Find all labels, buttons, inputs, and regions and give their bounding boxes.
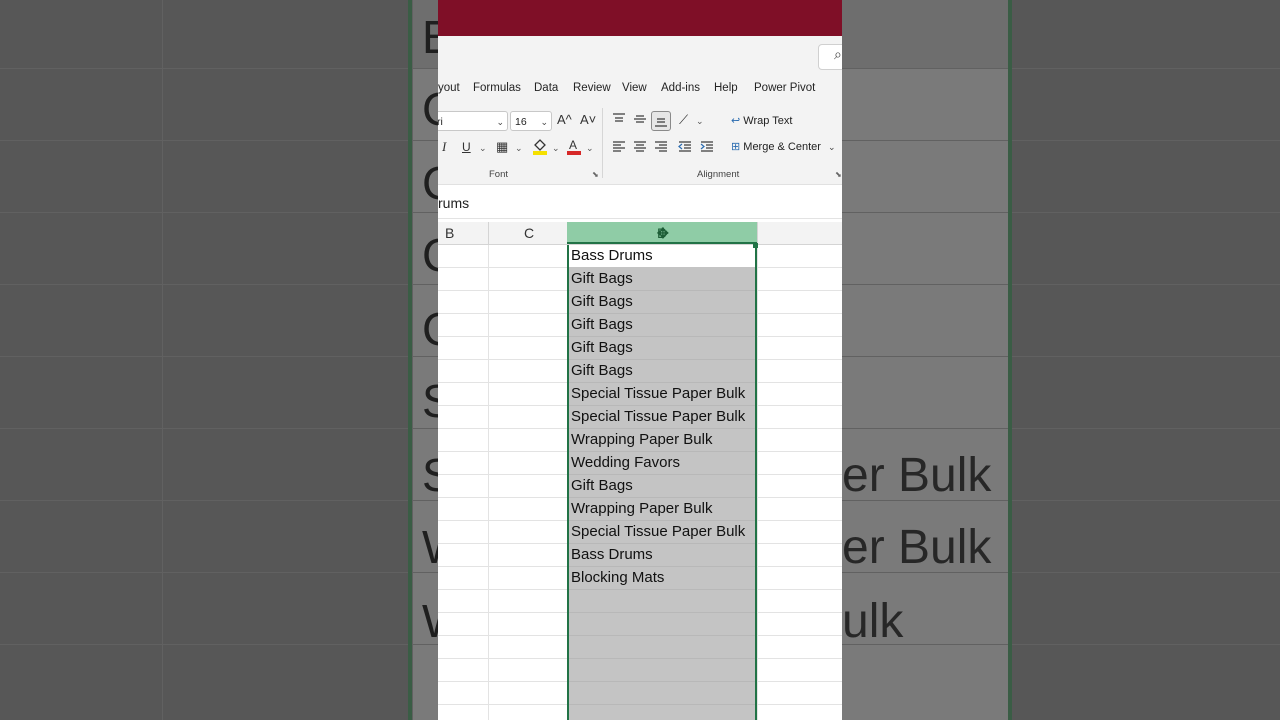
column-divider xyxy=(757,222,758,244)
column-header-d[interactable]: D ✥ xyxy=(567,222,757,244)
font-size-select[interactable]: 16 ⌄ xyxy=(510,111,552,131)
group-separator xyxy=(602,108,603,178)
ribbon: ri ⌄ 16 ⌄ A^ A˅ I U ⌄ ▦ ⌄ ⌄ A ⌄ Font ⬊ ⟋… xyxy=(438,102,842,185)
tab-formulas[interactable]: Formulas xyxy=(473,82,521,94)
cell-d[interactable]: Special Tissue Paper Bulk xyxy=(571,383,745,405)
background-vline xyxy=(162,0,163,720)
move-cursor-icon: ✥ xyxy=(657,225,669,241)
align-center-icon[interactable] xyxy=(633,139,647,157)
cell-d[interactable]: Gift Bags xyxy=(571,291,633,313)
cell-d[interactable]: Bass Drums xyxy=(571,544,653,566)
decrease-indent-icon[interactable] xyxy=(678,139,692,157)
cell-d[interactable]: Gift Bags xyxy=(571,268,633,290)
wrap-text-icon: ↩ xyxy=(731,115,741,127)
chevron-down-icon[interactable]: ⌄ xyxy=(515,143,523,154)
wrap-text-button[interactable]: ↩ Wrap Text xyxy=(731,114,792,127)
formula-bar[interactable]: rums xyxy=(438,190,842,219)
cell-d[interactable]: Gift Bags xyxy=(571,314,633,336)
selection-gridline xyxy=(569,589,755,590)
cell-d[interactable]: Blocking Mats xyxy=(571,567,664,589)
increase-indent-icon[interactable] xyxy=(700,139,714,157)
chevron-down-icon[interactable]: ⌄ xyxy=(696,116,704,127)
background-text: ulk xyxy=(842,595,904,648)
cell-d[interactable]: Wedding Favors xyxy=(571,452,680,474)
align-middle-icon[interactable] xyxy=(633,112,647,130)
chevron-down-icon[interactable]: ⌄ xyxy=(479,143,487,154)
formula-bar-content: rums xyxy=(438,195,470,211)
selection-gridline xyxy=(569,612,755,613)
font-group-label: Font xyxy=(489,169,509,180)
cell-d[interactable]: Gift Bags xyxy=(571,360,633,382)
shrink-font-icon[interactable]: A˅ xyxy=(580,112,596,128)
merge-center-icon: ⊞ xyxy=(731,141,741,153)
align-left-icon[interactable] xyxy=(612,139,626,157)
font-color-icon[interactable]: A xyxy=(566,137,582,159)
align-right-icon[interactable] xyxy=(654,139,668,157)
tab-power-pivot[interactable]: Power Pivot xyxy=(754,82,815,94)
borders-icon[interactable]: ▦ xyxy=(496,139,508,155)
dialog-launcher-icon[interactable]: ⬊ xyxy=(592,170,599,179)
cell-d[interactable]: Wrapping Paper Bulk xyxy=(571,429,712,451)
cell-d[interactable]: Wrapping Paper Bulk xyxy=(571,498,712,520)
grid-vline xyxy=(757,245,758,720)
background-selection-border xyxy=(1008,0,1012,720)
tab-view[interactable]: View xyxy=(622,82,647,94)
chevron-down-icon[interactable]: ⌄ xyxy=(828,142,836,152)
fill-color-icon[interactable] xyxy=(532,137,548,159)
cell-d[interactable]: Special Tissue Paper Bulk xyxy=(571,521,745,543)
dialog-launcher-icon[interactable]: ⬊ xyxy=(835,170,842,179)
fill-handle[interactable] xyxy=(753,243,758,248)
selection-gridline xyxy=(569,658,755,659)
font-name-value: ri xyxy=(438,116,443,128)
merge-center-label: Merge & Center xyxy=(743,141,821,153)
cell-d[interactable]: Gift Bags xyxy=(571,475,633,497)
tab-review[interactable]: Review xyxy=(573,82,611,94)
search-row: ⌕ xyxy=(438,36,842,76)
align-top-icon[interactable] xyxy=(612,112,626,130)
selection-gridline xyxy=(569,704,755,705)
tab-add-ins[interactable]: Add-ins xyxy=(661,82,700,94)
column-header-b[interactable]: B xyxy=(445,225,454,241)
cell-d[interactable]: Special Tissue Paper Bulk xyxy=(571,406,745,428)
background-selection-border xyxy=(408,0,412,720)
font-size-value: 16 xyxy=(515,116,527,128)
tab-page-layout[interactable]: yout xyxy=(438,82,460,94)
grow-font-icon[interactable]: A^ xyxy=(557,112,572,128)
selection-gridline xyxy=(569,635,755,636)
tab-data[interactable]: Data xyxy=(534,82,558,94)
spreadsheet-grid: Bass Drums Gift Bags Gift Bags Gift Bags… xyxy=(438,243,842,720)
chevron-down-icon: ⌄ xyxy=(540,117,548,127)
underline-button[interactable]: U xyxy=(462,139,471,155)
merge-center-button[interactable]: ⊞ Merge & Center ⌄ xyxy=(731,140,836,153)
background-vline xyxy=(412,0,413,720)
chevron-down-icon: ⌄ xyxy=(496,117,504,127)
cell-d[interactable]: Gift Bags xyxy=(571,337,633,359)
svg-text:A: A xyxy=(569,138,577,152)
tab-help[interactable]: Help xyxy=(714,82,738,94)
background-text: er Bulk xyxy=(842,449,992,502)
background-text: er Bulk xyxy=(842,521,992,574)
search-icon[interactable]: ⌕ xyxy=(834,46,842,63)
chevron-down-icon[interactable]: ⌄ xyxy=(552,143,560,154)
column-divider xyxy=(488,222,489,244)
ribbon-tabs: yout Formulas Data Review View Add-ins H… xyxy=(438,76,842,102)
column-headers: B C D ✥ xyxy=(438,222,842,245)
chevron-down-icon[interactable]: ⌄ xyxy=(586,143,594,154)
wrap-text-label: Wrap Text xyxy=(743,115,793,127)
cell-d[interactable]: Bass Drums xyxy=(571,245,653,267)
italic-button[interactable]: I xyxy=(442,139,446,155)
excel-window: ⌕ yout Formulas Data Review View Add-ins… xyxy=(438,0,842,720)
font-name-select[interactable]: ri ⌄ xyxy=(438,111,508,131)
alignment-group-label: Alignment xyxy=(697,169,740,180)
title-bar xyxy=(438,0,842,36)
column-header-c[interactable]: C xyxy=(524,225,534,241)
selection-gridline xyxy=(569,681,755,682)
align-bottom-icon xyxy=(654,114,668,132)
orientation-icon[interactable]: ⟋ xyxy=(679,112,688,128)
grid-vline xyxy=(488,245,489,720)
